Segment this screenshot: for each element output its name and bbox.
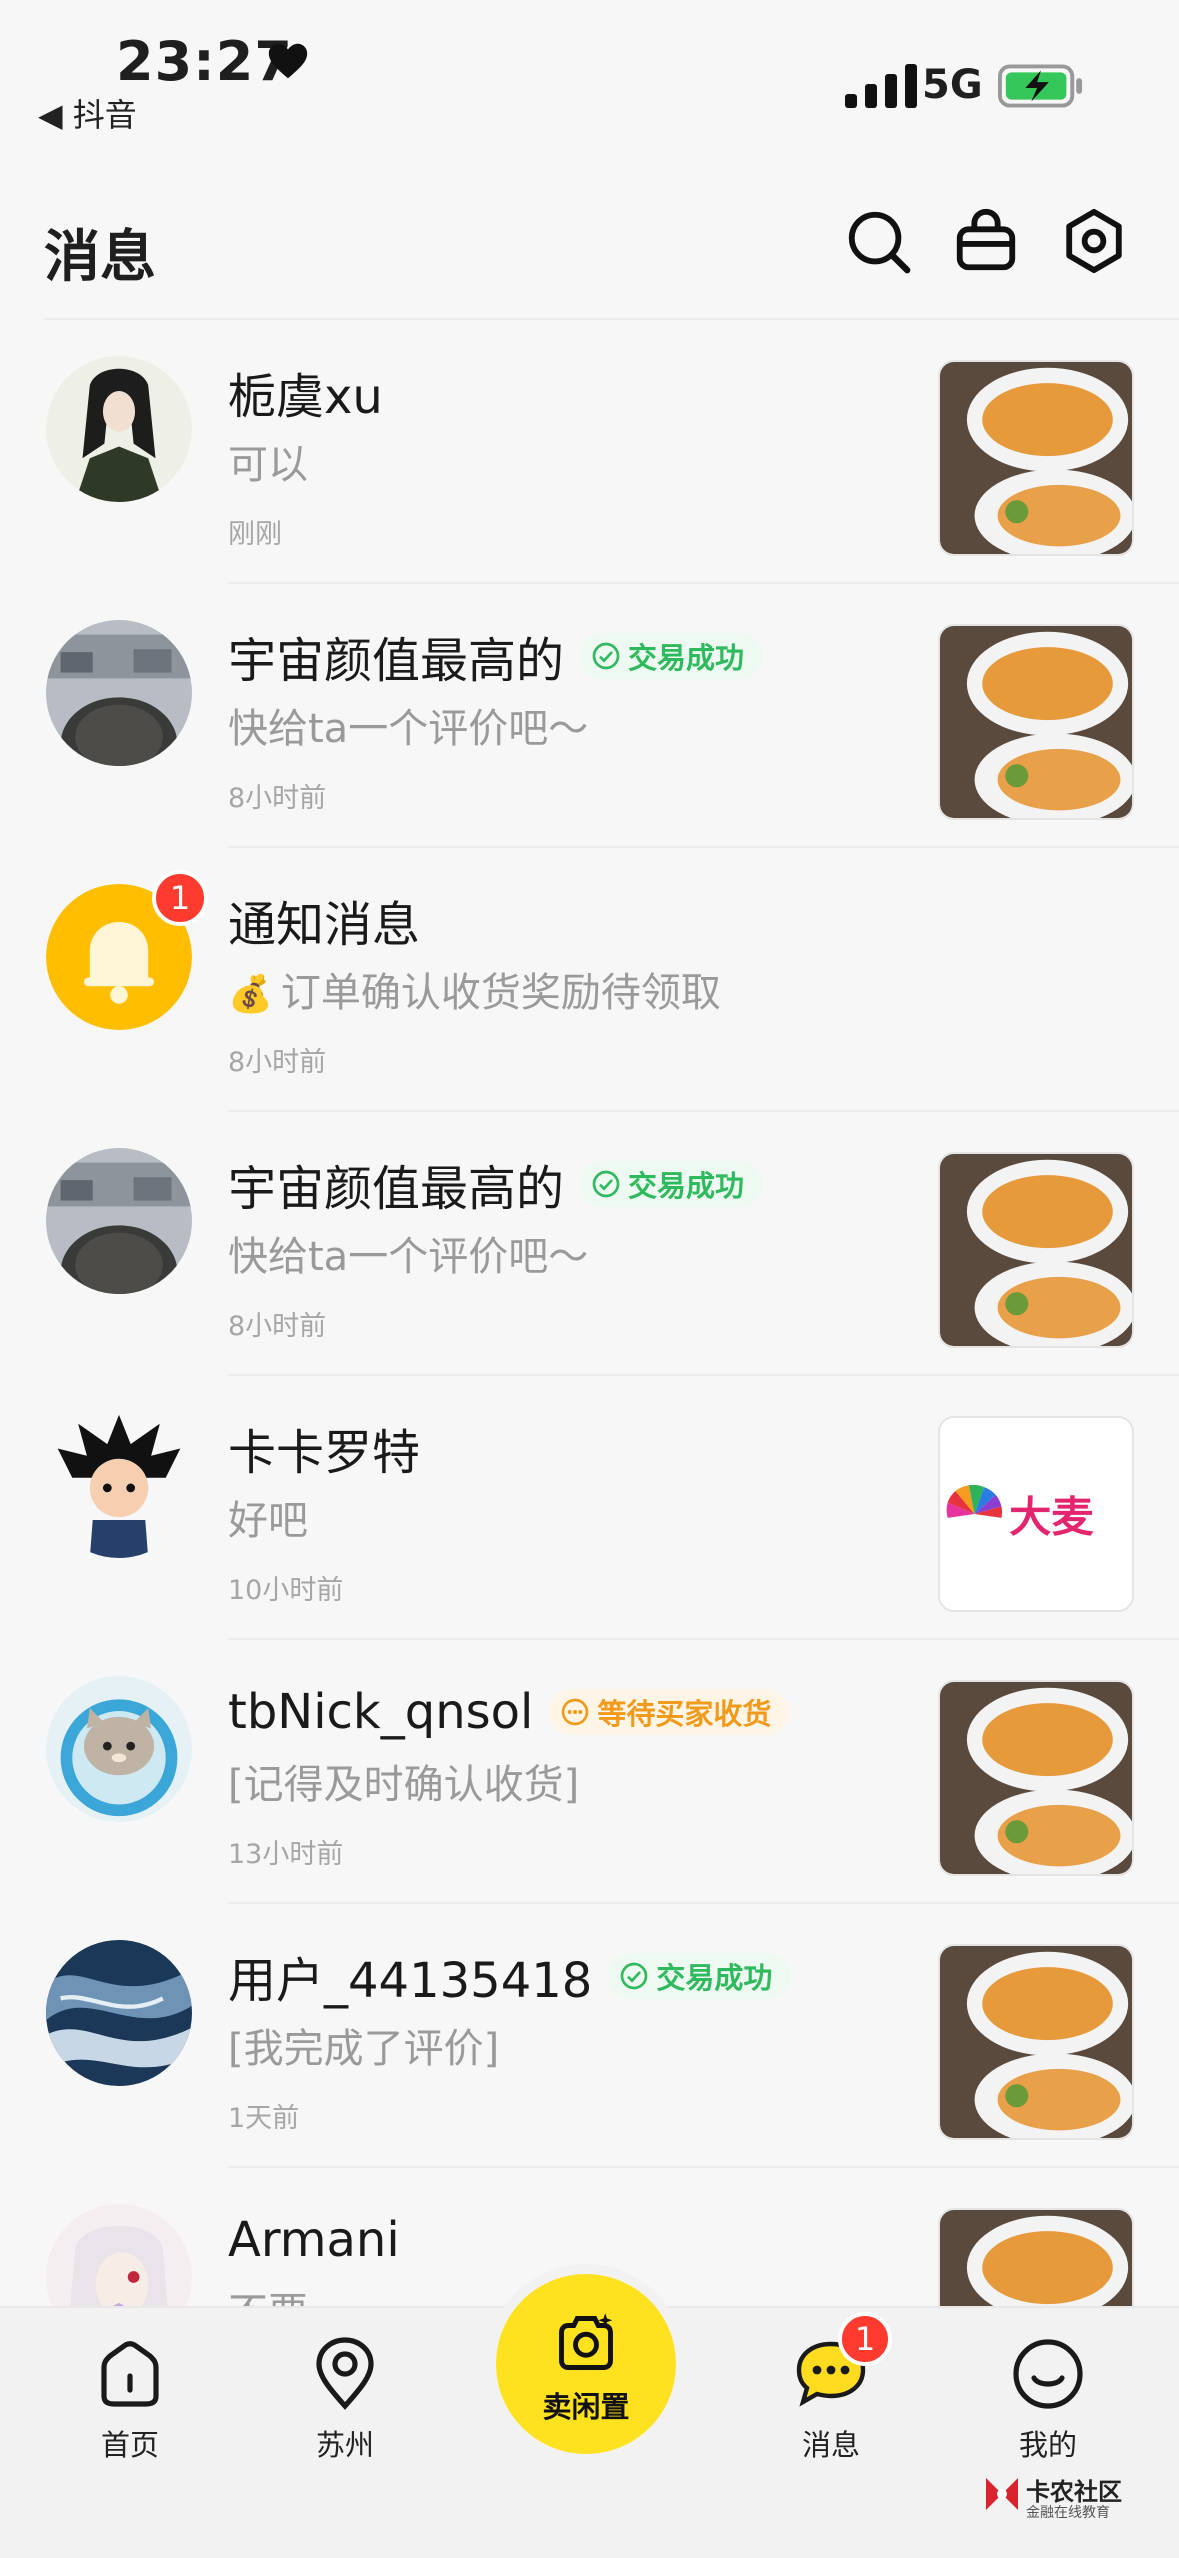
message-preview: 好吧 bbox=[228, 1498, 308, 1544]
contact-name: 宇宙颜值最高的 bbox=[228, 1161, 565, 1217]
conversation-row[interactable]: 宇宙颜值最高的 交易成功 快给ta一个评价吧～ 8小时前 bbox=[0, 1112, 1179, 1376]
contact-name: tbNick_qnsol bbox=[228, 1684, 534, 1740]
conversation-row[interactable]: 1 通知消息 💰 订单确认收货奖励待领取 8小时前 bbox=[0, 848, 1179, 1112]
avatar[interactable] bbox=[46, 2204, 192, 2310]
page-title: 消息 bbox=[44, 225, 156, 290]
more-circle-icon bbox=[561, 1698, 589, 1726]
tab-me[interactable]: 我的 bbox=[978, 2334, 1118, 2464]
camera-icon bbox=[559, 2313, 613, 2370]
avatar[interactable] bbox=[46, 620, 192, 766]
conversation-row[interactable]: 卡卡罗特 好吧 10小时前 大麦 bbox=[0, 1376, 1179, 1640]
item-thumbnail[interactable] bbox=[938, 1680, 1134, 1876]
community-watermark: 卡农社区 金融在线教育 bbox=[982, 2466, 1162, 2526]
check-circle-icon bbox=[620, 1962, 648, 1990]
damai-logo-text: 大麦 bbox=[1009, 1492, 1094, 1541]
message-time: 8小时前 bbox=[228, 1047, 327, 1078]
sell-idle-button[interactable]: 卖闲置 bbox=[496, 2274, 676, 2454]
cellular-signal-icon bbox=[845, 64, 917, 108]
tab-city[interactable]: 苏州 bbox=[275, 2334, 415, 2464]
location-pin-icon bbox=[316, 2337, 374, 2410]
item-thumbnail[interactable]: 大麦 bbox=[938, 1416, 1134, 1612]
message-time: 8小时前 bbox=[228, 783, 327, 814]
settings-gear-icon[interactable] bbox=[1059, 206, 1129, 276]
network-type: 5G bbox=[922, 62, 983, 108]
money-bag-icon: 💰 bbox=[228, 974, 273, 1015]
message-preview: 💰 订单确认收货奖励待领取 bbox=[228, 970, 721, 1016]
item-thumbnail[interactable] bbox=[938, 1152, 1134, 1348]
conversation-row[interactable]: 宇宙颜值最高的 交易成功 快给ta一个评价吧～ 8小时前 bbox=[0, 584, 1179, 848]
search-icon[interactable] bbox=[843, 206, 913, 276]
message-preview: 快给ta一个评价吧～ bbox=[228, 1234, 589, 1280]
avatar[interactable] bbox=[46, 1148, 192, 1294]
contact-name: 卡卡罗特 bbox=[228, 1425, 421, 1481]
message-time: 10小时前 bbox=[228, 1575, 344, 1606]
conversation-row[interactable]: 用户_44135418 交易成功 [我完成了评价] 1天前 bbox=[0, 1904, 1179, 2168]
contact-name: 通知消息 bbox=[228, 897, 421, 953]
message-preview: [记得及时确认收货] bbox=[228, 1762, 580, 1808]
page-header: 消息 bbox=[0, 180, 1179, 320]
message-preview: [我完成了评价] bbox=[228, 2026, 500, 2072]
messages-unread-badge: 1 bbox=[838, 2312, 892, 2366]
shopping-bag-icon[interactable] bbox=[951, 206, 1021, 276]
item-thumbnail[interactable] bbox=[938, 2208, 1134, 2310]
check-circle-icon bbox=[592, 1170, 620, 1198]
smiley-face-icon bbox=[1013, 2339, 1083, 2409]
avatar[interactable] bbox=[46, 1412, 192, 1558]
conversation-row[interactable]: tbNick_qnsol 等待买家收货 [记得及时确认收货] 13小时前 bbox=[0, 1640, 1179, 1904]
heart-icon bbox=[268, 43, 308, 79]
tab-home[interactable]: 首页 bbox=[60, 2334, 200, 2464]
back-to-app-link[interactable]: ◀ 抖音 bbox=[38, 90, 137, 136]
deal-status-tag: 交易成功 bbox=[580, 633, 763, 679]
contact-name: Armani bbox=[228, 2212, 400, 2268]
message-time: 8小时前 bbox=[228, 1311, 327, 1342]
item-thumbnail[interactable] bbox=[938, 1944, 1134, 2140]
message-time: 1天前 bbox=[228, 2103, 300, 2134]
avatar[interactable] bbox=[46, 356, 192, 502]
deal-status-tag: 交易成功 bbox=[580, 1161, 763, 1207]
avatar[interactable] bbox=[46, 1676, 192, 1822]
message-preview: 可以 bbox=[228, 442, 308, 488]
message-time: 13小时前 bbox=[228, 1839, 344, 1870]
contact-name: 宇宙颜值最高的 bbox=[228, 633, 565, 689]
avatar[interactable] bbox=[46, 1940, 192, 2086]
message-time: 刚刚 bbox=[228, 519, 282, 550]
battery-charging-icon bbox=[998, 64, 1083, 108]
deal-status-tag: 交易成功 bbox=[608, 1953, 791, 1999]
conversation-row[interactable]: 栀虞xu 可以 刚刚 bbox=[0, 320, 1179, 584]
deal-status-tag: 等待买家收货 bbox=[549, 1689, 790, 1735]
check-circle-icon bbox=[592, 642, 620, 670]
kanong-logo-icon bbox=[986, 2478, 1018, 2510]
contact-name: 用户_44135418 bbox=[228, 1953, 593, 2009]
item-thumbnail[interactable] bbox=[938, 360, 1134, 556]
contact-name: 栀虞xu bbox=[228, 369, 383, 425]
conversation-list[interactable]: 栀虞xu 可以 刚刚 宇宙颜值最高的 交易成功 快给ta一个评价吧～ 8小时前 bbox=[0, 320, 1179, 2310]
home-icon bbox=[101, 2341, 159, 2407]
unread-badge: 1 bbox=[152, 870, 208, 926]
status-bar: 23:27 ◀ 抖音 5G bbox=[0, 0, 1179, 150]
message-preview: 快给ta一个评价吧～ bbox=[228, 706, 589, 752]
item-thumbnail[interactable] bbox=[938, 624, 1134, 820]
